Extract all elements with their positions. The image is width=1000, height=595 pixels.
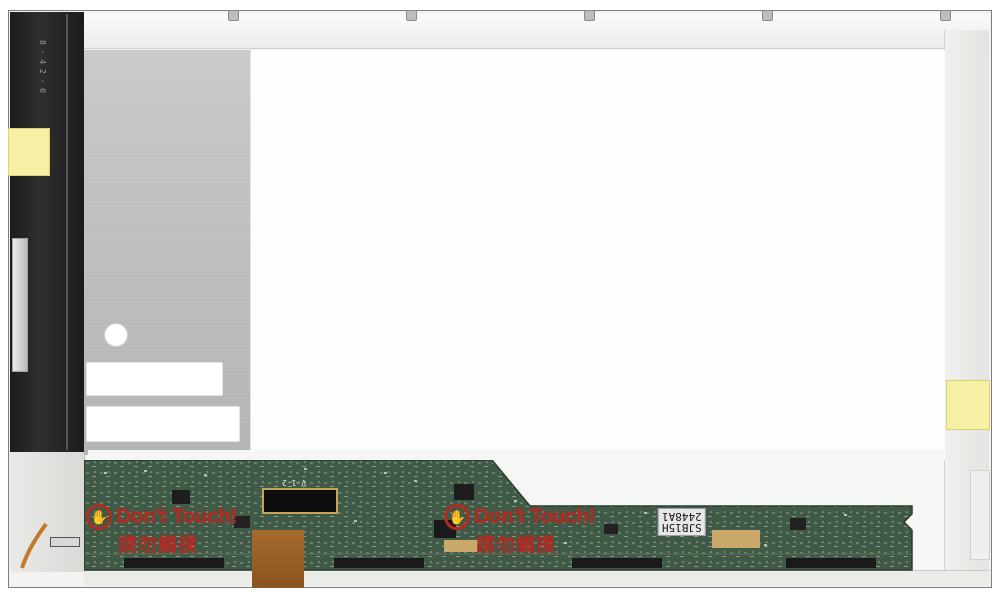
warning-text-en: Don't Touch! bbox=[474, 505, 596, 528]
frame-rail-bottom bbox=[84, 570, 990, 586]
pcb-bottom-connector bbox=[786, 558, 876, 568]
warning-dont-touch-left: ✋ Don't Touch! 請勿觸摸 bbox=[86, 504, 238, 557]
blank-label-top bbox=[86, 362, 223, 396]
lvds-connector-label: V-1-2 bbox=[282, 478, 307, 487]
pcb-bottom-connector bbox=[334, 558, 424, 568]
mount-tab bbox=[228, 10, 239, 21]
white-reflector-sheet bbox=[250, 50, 945, 460]
warning-text-cjk: 請勿觸摸 bbox=[118, 534, 199, 556]
flex-ribbon-cable bbox=[252, 530, 304, 588]
right-edge-sticker bbox=[970, 470, 990, 560]
left-cable-shine bbox=[12, 238, 28, 372]
hand-warning-icon: ✋ bbox=[444, 504, 470, 530]
pcb-bottom-connector bbox=[124, 558, 224, 568]
left-strip-line bbox=[66, 14, 68, 450]
blank-label-bottom bbox=[86, 406, 240, 442]
mount-tab bbox=[406, 10, 417, 21]
pcb-chip bbox=[172, 490, 190, 504]
mount-tab bbox=[584, 10, 595, 21]
pcb-chip bbox=[790, 518, 806, 530]
orange-flex-cable bbox=[20, 522, 48, 569]
warning-text-cjk: 請勿觸摸 bbox=[476, 534, 557, 556]
yellow-tape-right bbox=[946, 380, 990, 430]
warning-text-en: Don't Touch! bbox=[116, 505, 238, 528]
frame-rail-top bbox=[84, 14, 990, 49]
left-tick-marks: 8 · 4 2 · 0 bbox=[38, 40, 47, 93]
model-code-label: SJB15H 2448A1 bbox=[658, 508, 706, 536]
screw-hole bbox=[104, 323, 128, 347]
pcb-gold-pad bbox=[712, 530, 760, 548]
pcb-bottom-connector bbox=[572, 558, 662, 568]
mount-tab bbox=[762, 10, 773, 21]
small-white-label bbox=[50, 537, 80, 547]
mount-tab bbox=[940, 10, 951, 21]
warning-dont-touch-right: ✋ Don't Touch! 請勿觸摸 bbox=[444, 504, 596, 557]
pcb-chip bbox=[454, 484, 474, 500]
pcb-chip bbox=[604, 524, 618, 534]
lvds-connector bbox=[262, 488, 338, 514]
hand-warning-icon: ✋ bbox=[86, 504, 112, 530]
yellow-tape-left bbox=[8, 128, 50, 176]
